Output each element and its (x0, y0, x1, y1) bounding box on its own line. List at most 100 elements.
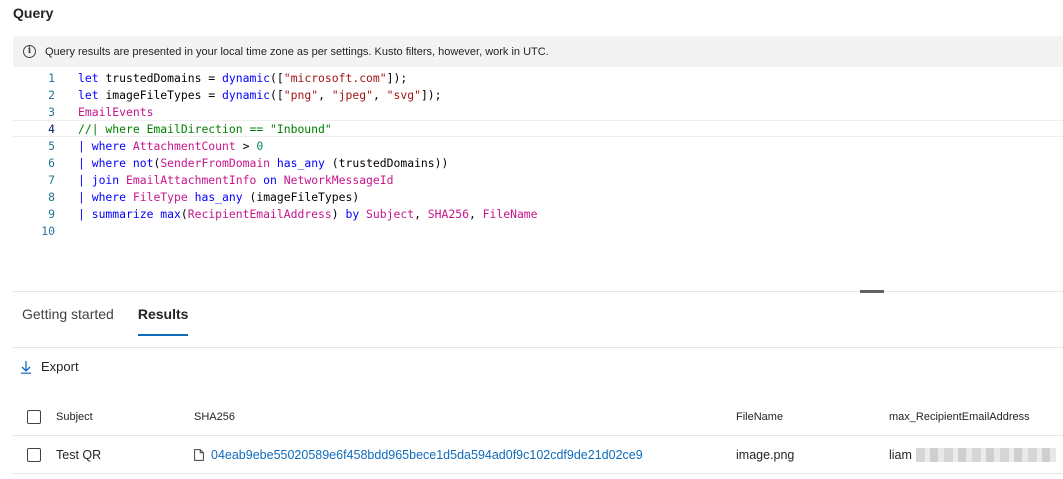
info-icon: i (23, 45, 36, 58)
code-line[interactable]: 7 | join EmailAttachmentInfo on NetworkMe… (13, 171, 1063, 188)
code-token: imageFileTypes = (105, 87, 223, 102)
code-token: "microsoft.com" (283, 70, 387, 85)
code-token: //| where EmailDirection == "Inbound" (78, 121, 332, 136)
info-bar-text: Query results are presented in your loca… (45, 45, 549, 58)
code-token: (trustedDomains)) (324, 155, 449, 170)
tab-getting-started[interactable]: Getting started (13, 300, 123, 338)
code-token: | (78, 189, 92, 204)
export-label: Export (41, 359, 79, 374)
redacted-block (915, 448, 1056, 462)
code-token: join (91, 172, 127, 187)
column-header-sha256[interactable]: SHA256 (194, 398, 235, 436)
code-token: ]); (386, 70, 408, 85)
code-token: "jpeg" (331, 87, 373, 102)
file-icon (194, 449, 204, 461)
code-token: EmailEvents (78, 104, 154, 119)
code-token: ]); (420, 87, 442, 102)
cell-recipient: liam (889, 436, 1056, 474)
code-token: EmailAttachmentInfo (126, 172, 257, 187)
code-text: | where not(SenderFromDomain has_any (tr… (78, 156, 448, 170)
code-token: on (256, 172, 284, 187)
code-token: trustedDomains = (105, 70, 223, 85)
code-token: not (132, 155, 154, 170)
query-editor[interactable]: 1 let trustedDomains = dynamic(["microsof… (13, 68, 1063, 238)
code-token: , (372, 87, 387, 102)
code-text: | join EmailAttachmentInfo on NetworkMes… (78, 173, 394, 187)
tab-results[interactable]: Results (129, 300, 198, 338)
code-line[interactable]: 6 | where not(SenderFromDomain has_any (t… (13, 154, 1063, 171)
code-token: where (91, 189, 133, 204)
line-number: 7 (48, 172, 55, 187)
code-line[interactable]: 5 | where AttachmentCount > 0 (13, 137, 1063, 154)
code-line[interactable]: 8 | where FileType has_any (imageFileType… (13, 188, 1063, 205)
export-button[interactable]: Export (20, 359, 79, 374)
recipient-value: liam (889, 448, 912, 462)
column-header-subject[interactable]: Subject (56, 398, 93, 436)
code-token: "png" (283, 87, 319, 102)
code-token: Subject (366, 206, 415, 221)
line-number: 8 (48, 189, 55, 204)
code-token: dynamic (222, 70, 271, 85)
table-header-row: Subject SHA256 FileName max_RecipientEma… (13, 398, 1063, 436)
line-number: 4 (48, 121, 55, 136)
code-token: NetworkMessageId (283, 172, 394, 187)
code-token: | (78, 172, 92, 187)
cell-subject: Test QR (56, 448, 102, 462)
code-line[interactable]: 4 //| where EmailDirection == "Inbound" (13, 120, 1063, 137)
code-token: RecipientEmailAddress (187, 206, 332, 221)
line-number: 6 (48, 155, 55, 170)
query-title: Query (13, 5, 54, 21)
code-text: | summarize max(RecipientEmailAddress) b… (78, 207, 538, 221)
code-token: ( (180, 206, 188, 221)
code-token: dynamic (222, 87, 271, 102)
line-number: 10 (41, 223, 55, 238)
download-icon (21, 360, 31, 374)
column-header-recipient[interactable]: max_RecipientEmailAddress (889, 398, 1030, 436)
resize-handle[interactable] (860, 290, 884, 293)
code-text: EmailEvents (78, 105, 153, 119)
code-token: "svg" (386, 87, 421, 102)
line-number: 2 (48, 87, 55, 102)
code-token: ([ (270, 87, 284, 102)
code-text: //| where EmailDirection == "Inbound" (78, 122, 332, 136)
code-token: by (345, 206, 367, 221)
line-number: 1 (48, 70, 55, 85)
select-all-checkbox[interactable] (27, 410, 41, 424)
sha256-value: 04eab9ebe55020589e6f458bdd965bece1d5da59… (211, 448, 643, 462)
table-row[interactable]: Test QR 04eab9ebe55020589e6f458bdd965bec… (13, 436, 1063, 474)
row-checkbox[interactable] (27, 448, 41, 462)
column-header-filename[interactable]: FileName (736, 398, 783, 436)
line-number: 9 (48, 206, 55, 221)
results-table: Subject SHA256 FileName max_RecipientEma… (13, 398, 1063, 474)
code-text: | where AttachmentCount > 0 (78, 139, 263, 153)
code-token: let (78, 70, 106, 85)
code-token: ) (331, 206, 346, 221)
code-token: has_any (194, 189, 243, 204)
tabs-divider (13, 347, 1063, 348)
code-text: let imageFileTypes = dynamic(["png", "jp… (78, 88, 442, 102)
code-token: SenderFromDomain (160, 155, 271, 170)
panel-divider (13, 291, 1063, 292)
code-token: , (468, 206, 483, 221)
code-token: | (78, 155, 92, 170)
code-line[interactable]: 2 let imageFileTypes = dynamic(["png", "j… (13, 86, 1063, 103)
code-text: let trustedDomains = dynamic(["microsoft… (78, 71, 407, 85)
line-number: 5 (48, 138, 55, 153)
info-bar: i Query results are presented in your lo… (13, 36, 1063, 67)
code-token: , (414, 206, 428, 221)
code-line[interactable]: 3 EmailEvents (13, 103, 1063, 120)
code-token: let (78, 87, 106, 102)
code-token: , (318, 87, 332, 102)
code-token: has_any (276, 155, 325, 170)
sha256-link[interactable]: 04eab9ebe55020589e6f458bdd965bece1d5da59… (194, 448, 643, 462)
code-line[interactable]: 9 | summarize max(RecipientEmailAddress) … (13, 205, 1063, 222)
code-token: | (78, 206, 92, 221)
code-line[interactable]: 1 let trustedDomains = dynamic(["microsof… (13, 69, 1063, 86)
code-token: where (91, 138, 133, 153)
code-text: | where FileType has_any (imageFileTypes… (78, 190, 359, 204)
code-line[interactable]: 10 (13, 222, 1063, 239)
code-token: summarize (91, 206, 161, 221)
code-token: > (235, 138, 257, 153)
